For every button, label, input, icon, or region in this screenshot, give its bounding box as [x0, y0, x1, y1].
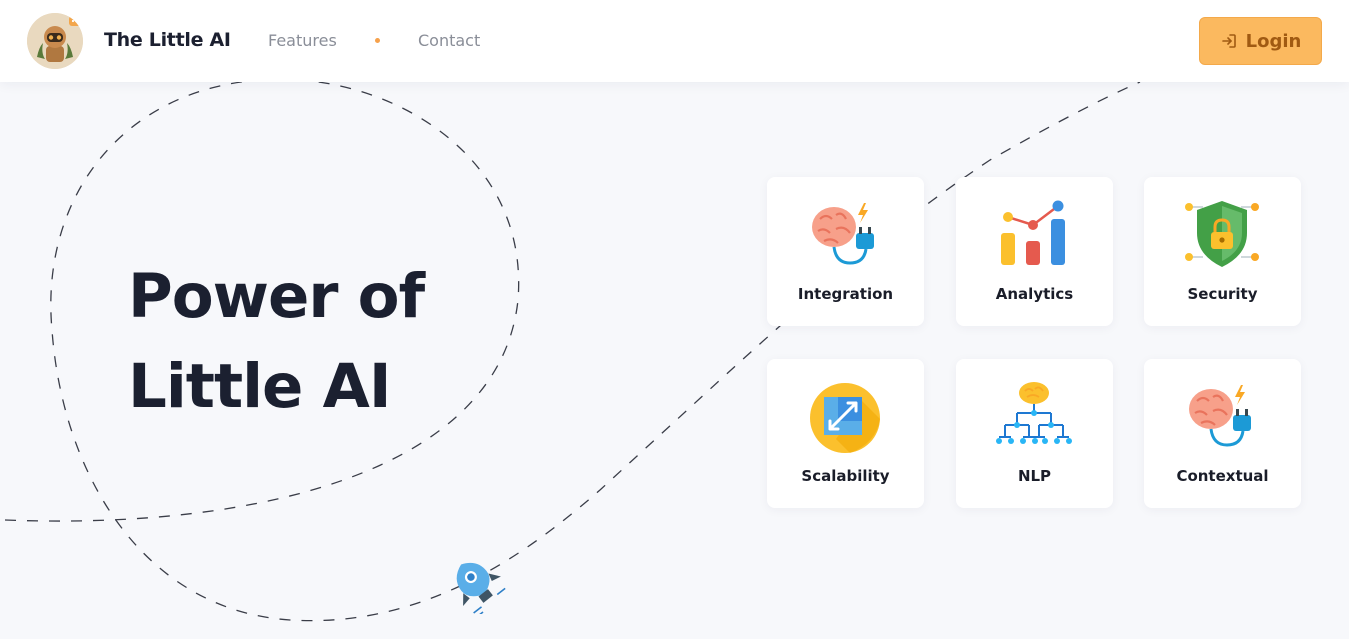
- login-label: Login: [1245, 30, 1302, 52]
- brain-plug-icon: [1183, 379, 1261, 457]
- analytics-chart-icon: [995, 197, 1073, 275]
- feature-card-nlp[interactable]: NLP: [956, 359, 1113, 508]
- feature-card-security[interactable]: Security: [1144, 177, 1301, 326]
- login-button[interactable]: Login: [1199, 17, 1322, 65]
- login-arrow-icon: [1220, 32, 1238, 50]
- feature-card-contextual[interactable]: Contextual: [1144, 359, 1301, 508]
- feature-card-integration[interactable]: Integration: [767, 177, 924, 326]
- feature-label: NLP: [1017, 467, 1052, 485]
- hero-title-line-2: Little AI: [128, 351, 392, 422]
- shield-lock-icon: [1183, 197, 1261, 275]
- nav-separator-dot: [375, 38, 380, 43]
- page: The Little AI Features Contact Login Pow…: [0, 0, 1349, 639]
- feature-card-analytics[interactable]: Analytics: [956, 177, 1113, 326]
- hero-title-line-1: Power of: [128, 261, 425, 332]
- feature-label: Scalability: [801, 467, 890, 485]
- brain-plug-icon: [806, 197, 884, 275]
- neural-network-icon: [995, 379, 1073, 457]
- feature-label: Contextual: [1176, 467, 1269, 485]
- top-navbar: The Little AI Features Contact Login: [0, 0, 1349, 82]
- feature-card-scalability[interactable]: Scalability: [767, 359, 924, 508]
- rocket-icon: [438, 548, 510, 619]
- nav-features-link[interactable]: Features: [268, 31, 337, 50]
- hero-heading: Power of Little AI: [128, 252, 425, 432]
- feature-label: Analytics: [995, 285, 1074, 303]
- feature-label: Integration: [797, 285, 894, 303]
- scale-arrows-icon: [806, 379, 884, 457]
- brand-name[interactable]: The Little AI: [104, 29, 231, 51]
- feature-label: Security: [1187, 285, 1258, 303]
- robot-logo-icon[interactable]: [27, 13, 83, 69]
- nav-contact-link[interactable]: Contact: [418, 31, 480, 50]
